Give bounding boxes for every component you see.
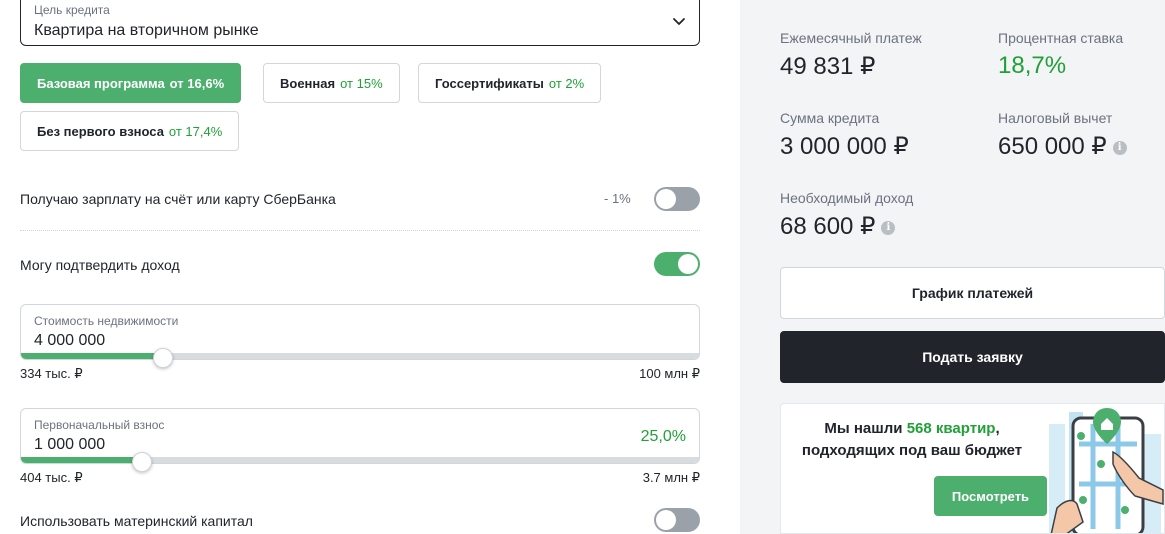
tax-deduction-label: Налоговый вычет <box>998 110 1113 126</box>
income-toggle[interactable] <box>654 252 700 276</box>
loan-amount-label: Сумма кредита <box>780 110 880 126</box>
program-chip-name: Без первого взноса <box>37 123 164 139</box>
purpose-select-value: Квартира на вторичном рынке <box>34 22 259 39</box>
monthly-payment-label: Ежемесячный платеж <box>780 30 922 46</box>
down-payment-label: Первоначальный взнос <box>34 418 165 432</box>
toggle-knob <box>656 510 676 530</box>
down-payment-value: 1 000 000 <box>34 436 106 453</box>
maternity-capital-toggle[interactable] <box>654 508 700 532</box>
promo-text: Мы нашли 568 квартир, подходящих под ваш… <box>781 418 1043 462</box>
property-cost-min: 334 тыс. ₽ <box>20 366 83 381</box>
property-cost-value: 4 000 000 <box>34 332 106 349</box>
program-chip-name: Базовая программа <box>37 75 165 91</box>
program-chip-no-down-payment[interactable]: Без первого взноса от 17,4% <box>20 111 240 151</box>
loan-amount-value: 3 000 000 ₽ <box>780 133 909 160</box>
divider <box>20 230 700 231</box>
view-apartments-button[interactable]: Посмотреть <box>934 476 1047 516</box>
down-payment-track-fill <box>21 457 143 463</box>
apartments-promo-card: Мы нашли 568 квартир, подходящих под ваш… <box>780 403 1165 534</box>
salary-option-label: Получаю зарплату на счёт или карту СберБ… <box>20 191 336 207</box>
chevron-down-icon <box>673 18 685 25</box>
required-income-label: Необходимый доход <box>780 190 914 206</box>
program-chip-name: Госсертификаты <box>435 75 544 91</box>
promo-text-line2: подходящих под ваш бюджет <box>801 442 1023 459</box>
info-icon[interactable]: i <box>881 220 896 235</box>
purpose-select-label: Цель кредита <box>34 3 110 17</box>
maternity-capital-label: Использовать материнский капитал <box>20 513 253 529</box>
monthly-payment-value: 49 831 ₽ <box>780 53 876 80</box>
apply-button[interactable]: Подать заявку <box>780 331 1165 383</box>
property-cost-field[interactable]: Стоимость недвижимости 4 000 000 <box>20 304 700 360</box>
program-chip-certificates[interactable]: Госсертификаты от 2% <box>418 63 602 103</box>
purpose-select[interactable]: Цель кредита Квартира на вторичном рынке <box>20 0 700 46</box>
down-payment-track[interactable] <box>21 457 699 463</box>
program-chip-base[interactable]: Базовая программа от 16,6% <box>20 63 242 103</box>
salary-discount-badge: - 1% <box>604 191 631 206</box>
promo-text-before: Мы нашли <box>824 420 903 437</box>
map-phone-illustration <box>1049 408 1164 533</box>
program-chip-rate: от 17,4% <box>168 123 223 139</box>
calculator-form: Цель кредита Квартира на вторичном рынке… <box>20 0 700 534</box>
program-chip-name: Военная <box>280 75 336 91</box>
down-payment-percent: 25,0% <box>640 428 686 445</box>
promo-highlight: 568 квартир <box>906 420 996 437</box>
payment-schedule-button[interactable]: График платежей <box>780 267 1165 319</box>
down-payment-max: 3.7 млн ₽ <box>642 470 700 485</box>
program-chip-rate: от 16,6% <box>169 75 225 91</box>
info-icon[interactable]: i <box>1112 140 1127 155</box>
interest-rate-value: 18,7% <box>998 52 1067 79</box>
program-chip-military[interactable]: Военная от 15% <box>263 63 400 103</box>
down-payment-min: 404 тыс. ₽ <box>20 470 83 485</box>
down-payment-slider-thumb[interactable] <box>132 452 152 472</box>
property-cost-max: 100 млн ₽ <box>639 366 700 381</box>
tax-deduction-row: 650 000 ₽ i <box>998 132 1127 161</box>
program-chip-rate: от 15% <box>340 75 383 91</box>
promo-text-after: , <box>995 420 1000 437</box>
required-income-value: 68 600 ₽ <box>780 213 876 240</box>
toggle-knob <box>656 189 676 209</box>
program-chip-rate: от 2% <box>548 75 585 91</box>
property-cost-slider-thumb[interactable] <box>153 348 173 368</box>
down-payment-field[interactable]: Первоначальный взнос 1 000 000 25,0% <box>20 408 700 464</box>
tax-deduction-value: 650 000 ₽ <box>998 133 1107 160</box>
interest-rate-label: Процентная ставка <box>998 30 1124 46</box>
required-income-row: 68 600 ₽ i <box>780 212 896 241</box>
property-cost-label: Стоимость недвижимости <box>34 314 179 328</box>
property-cost-track[interactable] <box>21 353 699 359</box>
property-cost-track-fill <box>21 353 164 359</box>
toggle-knob <box>678 254 698 274</box>
income-option-label: Могу подтвердить доход <box>20 257 180 273</box>
salary-toggle[interactable] <box>654 187 700 211</box>
